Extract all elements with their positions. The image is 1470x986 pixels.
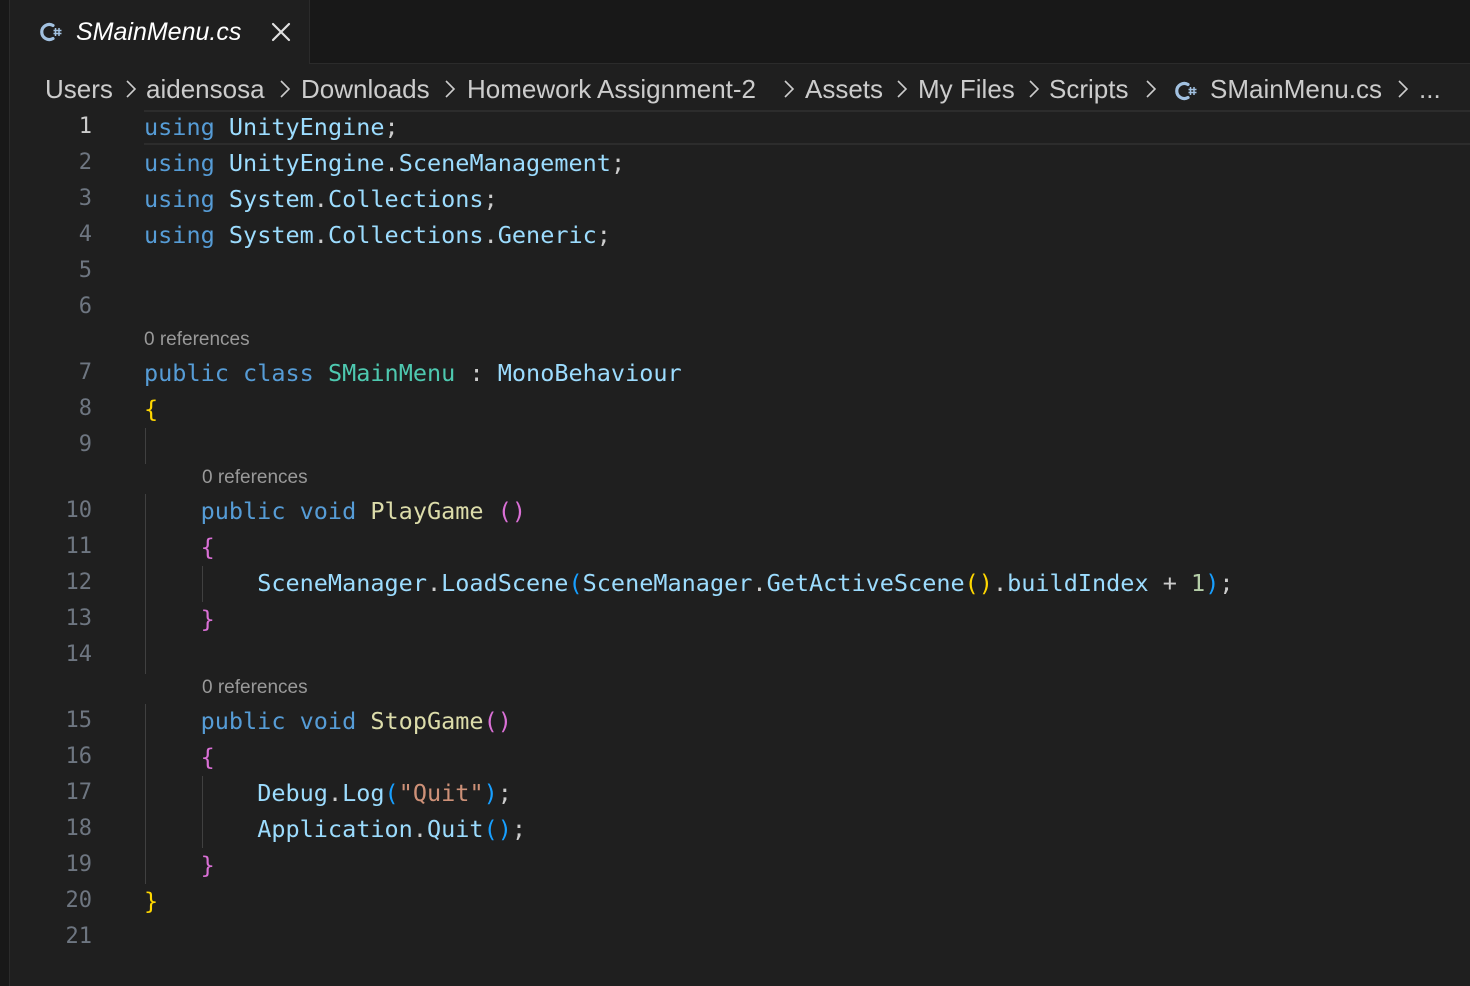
csharp-file-icon	[38, 20, 64, 49]
breadcrumb-item-users[interactable]: Users	[45, 73, 113, 105]
line-number: 16	[65, 744, 93, 769]
line-number: 18	[65, 816, 93, 841]
line-number: 15	[65, 708, 93, 733]
code-line: }	[144, 887, 159, 915]
chevron-right-icon	[280, 80, 291, 98]
line-number: 7	[78, 360, 92, 385]
breadcrumb: Users aidensosa Downloads Homework Assig…	[0, 70, 1470, 108]
line-number: 20	[65, 888, 93, 913]
line-number: 11	[65, 534, 93, 559]
code-line: public void PlayGame ()	[200, 497, 527, 525]
code-lens-references[interactable]: 0 references	[144, 328, 250, 352]
chevron-right-icon	[784, 80, 795, 98]
breadcrumb-item-assets[interactable]: Assets	[805, 73, 883, 105]
chevron-right-icon	[1029, 80, 1040, 98]
line-number: 4	[78, 222, 92, 247]
code-editor[interactable]: 0 references 0 references 0 references 1…	[0, 0, 1470, 986]
breadcrumb-item-downloads[interactable]: Downloads	[301, 73, 430, 105]
line-number: 14	[65, 642, 93, 667]
breadcrumb-item-more[interactable]: ...	[1419, 73, 1441, 105]
tab-label: SMainMenu.cs	[76, 18, 242, 46]
line-number: 13	[65, 606, 93, 631]
breadcrumb-item-aidensosa[interactable]: aidensosa	[146, 73, 265, 105]
code-line: }	[200, 851, 215, 879]
code-line: Debug.Log("Quit");	[257, 779, 512, 807]
chevron-right-icon	[126, 80, 137, 98]
chevron-right-icon	[1146, 80, 1157, 98]
line-number: 9	[78, 432, 92, 457]
close-icon[interactable]	[268, 19, 294, 45]
line-number: 5	[78, 258, 92, 283]
code-line: {	[200, 533, 215, 561]
line-number: 17	[65, 780, 93, 805]
line-number: 3	[78, 186, 92, 211]
code-line: using UnityEngine.SceneManagement;	[144, 149, 626, 177]
code-lens-references[interactable]: 0 references	[202, 676, 308, 700]
code-line: SceneManager.LoadScene(SceneManager.GetA…	[257, 569, 1234, 597]
line-number: 2	[78, 150, 92, 175]
code-line: public class SMainMenu : MonoBehaviour	[144, 359, 682, 387]
chevron-right-icon	[445, 80, 456, 98]
breadcrumb-item-my-files[interactable]: My Files	[918, 73, 1015, 105]
breadcrumb-item-file[interactable]: SMainMenu.cs	[1210, 73, 1382, 105]
code-line: }	[200, 605, 215, 633]
line-number: 12	[65, 570, 93, 595]
chevron-right-icon	[897, 80, 908, 98]
indent-guide	[145, 428, 146, 464]
line-number: 21	[65, 924, 93, 949]
line-number: 10	[65, 498, 93, 523]
line-number: 6	[78, 294, 92, 319]
code-line: {	[200, 743, 215, 771]
code-line: using System.Collections.Generic;	[144, 221, 611, 249]
breadcrumb-item-homework[interactable]: Homework Assignment-2	[467, 73, 756, 105]
code-lens-references[interactable]: 0 references	[202, 466, 308, 490]
code-line: using UnityEngine;	[144, 113, 399, 141]
tab-smainmenu[interactable]: SMainMenu.cs	[10, 0, 310, 64]
code-line: Application.Quit();	[257, 815, 527, 843]
chevron-right-icon	[1398, 80, 1409, 98]
line-number: 19	[65, 852, 93, 877]
code-line: {	[144, 395, 159, 423]
csharp-file-icon	[1173, 79, 1199, 108]
line-number: 1	[78, 114, 92, 139]
tab-bar: SMainMenu.cs	[10, 0, 1470, 64]
breadcrumb-item-scripts[interactable]: Scripts	[1049, 73, 1128, 105]
code-line: public void StopGame()	[200, 707, 512, 735]
line-number: 8	[78, 396, 92, 421]
code-line: using System.Collections;	[144, 185, 498, 213]
